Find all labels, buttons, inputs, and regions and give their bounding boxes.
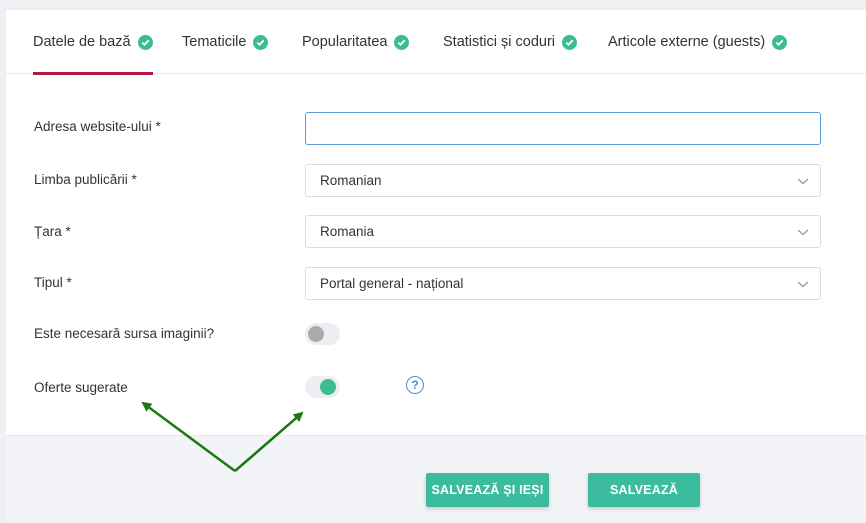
tab-statistici-si-coduri[interactable]: Statistici și coduri [443,10,578,74]
website-label: Adresa website-ului * [34,119,161,134]
website-field[interactable] [305,112,821,145]
tab-popularitatea[interactable]: Popularitatea [302,10,410,74]
tab-datele-de-baza[interactable]: Datele de bază [33,10,153,75]
tab-label: Tematicile [182,34,247,50]
country-select[interactable]: Romania [305,215,821,248]
chevron-down-icon [797,178,809,185]
tab-articole-externe[interactable]: Articole externe (guests) [608,10,788,74]
help-icon[interactable]: ? [406,376,424,394]
country-label: Țara * [34,224,71,239]
tab-label: Articole externe (guests) [608,34,766,50]
suggested-offers-toggle[interactable] [305,376,340,398]
tab-bar: Datele de bază Tematicile Popularitatea … [6,10,866,75]
image-source-toggle[interactable] [305,323,340,345]
check-circle-icon [137,34,153,50]
language-label: Limba publicării * [34,172,137,187]
tab-label: Statistici și coduri [443,34,556,50]
check-circle-icon [253,34,269,50]
type-value: Portal general - național [320,276,464,291]
type-select[interactable]: Portal general - național [305,267,821,300]
tab-label: Datele de bază [33,34,131,50]
image-source-label: Este necesară sursa imaginii? [34,326,215,341]
chevron-down-icon [797,229,809,236]
website-input[interactable] [320,113,820,144]
save-button[interactable]: SALVEAZĂ [588,473,700,507]
save-and-exit-button[interactable]: SALVEAZĂ ȘI IEȘI [426,473,549,507]
toggle-knob [320,379,336,395]
tab-tematicile[interactable]: Tematicile [182,10,269,74]
toggle-knob [308,326,324,342]
suggested-offers-label: Oferte sugerate [34,380,128,395]
language-select[interactable]: Romanian [305,164,821,197]
check-circle-icon [772,34,788,50]
check-circle-icon [394,34,410,50]
tab-label: Popularitatea [302,34,388,50]
settings-card: Datele de bază Tematicile Popularitatea … [6,10,866,523]
check-circle-icon [562,34,578,50]
form-footer: SALVEAZĂ ȘI IEȘI SALVEAZĂ [6,435,866,523]
chevron-down-icon [797,281,809,288]
language-value: Romanian [320,173,382,188]
type-label: Tipul * [34,275,72,290]
country-value: Romania [320,224,375,239]
